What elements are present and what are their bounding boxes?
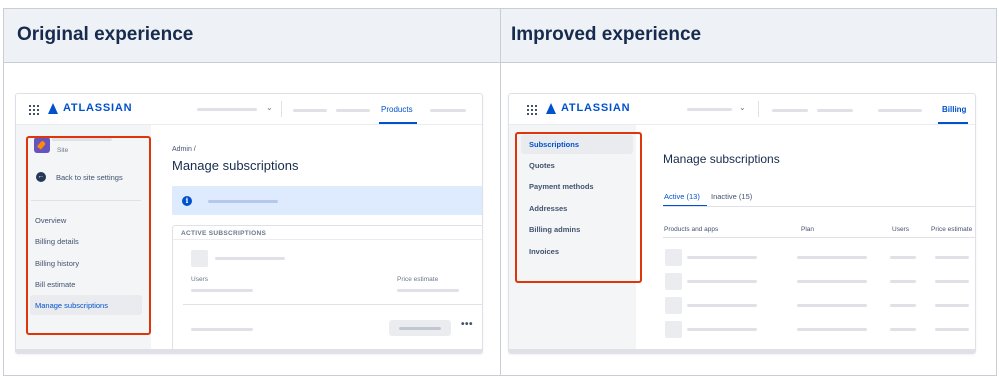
improved-top-nav: ATLASSIAN ⌄ Billing bbox=[509, 94, 975, 125]
nav-item-placeholder[interactable] bbox=[293, 109, 327, 112]
product-logo-placeholder bbox=[191, 250, 208, 267]
tab-inactive[interactable]: Inactive (15) bbox=[711, 192, 752, 201]
price-placeholder bbox=[935, 256, 969, 259]
nav-active-underline bbox=[938, 122, 968, 124]
product-name-placeholder bbox=[687, 304, 757, 307]
price-value-placeholder bbox=[397, 289, 459, 292]
price-placeholder bbox=[935, 304, 969, 307]
product-name-placeholder bbox=[687, 328, 757, 331]
users-placeholder bbox=[890, 304, 916, 307]
atlassian-logo-icon bbox=[48, 102, 58, 114]
price-estimate-label: Price estimate bbox=[397, 276, 439, 283]
nav-item-placeholder[interactable] bbox=[430, 109, 466, 112]
atlassian-logo[interactable]: ATLASSIAN bbox=[546, 102, 630, 114]
plan-placeholder bbox=[797, 328, 867, 331]
price-placeholder bbox=[935, 280, 969, 283]
card-title: ACTIVE SUBSCRIPTIONS bbox=[181, 230, 267, 237]
atlassian-logo[interactable]: ATLASSIAN bbox=[48, 102, 132, 114]
nav-item-placeholder[interactable] bbox=[817, 109, 853, 112]
column-header-products[interactable]: Products and apps bbox=[664, 226, 718, 233]
nav-item-placeholder[interactable] bbox=[772, 109, 808, 112]
scrollbar[interactable] bbox=[16, 349, 482, 353]
app-grid-icon[interactable] bbox=[527, 105, 537, 115]
page-title: Manage subscriptions bbox=[663, 152, 780, 166]
nav-item-billing[interactable]: Billing bbox=[942, 105, 966, 114]
site-switcher-placeholder[interactable] bbox=[197, 108, 257, 111]
original-column-title: Original experience bbox=[17, 24, 194, 45]
banner-text-placeholder bbox=[208, 200, 278, 203]
plan-placeholder bbox=[797, 256, 867, 259]
product-logo-placeholder bbox=[665, 321, 682, 338]
nav-item-placeholder[interactable] bbox=[336, 109, 370, 112]
column-header-users[interactable]: Users bbox=[892, 226, 909, 233]
users-placeholder bbox=[890, 328, 916, 331]
price-placeholder bbox=[935, 328, 969, 331]
users-placeholder bbox=[890, 280, 916, 283]
info-banner: i bbox=[172, 186, 482, 215]
brand-name: ATLASSIAN bbox=[561, 102, 631, 114]
improved-column-title: Improved experience bbox=[511, 24, 702, 45]
scrollbar[interactable] bbox=[509, 349, 975, 353]
nav-item-products[interactable]: Products bbox=[381, 105, 413, 114]
active-subscriptions-card: ACTIVE SUBSCRIPTIONS Users Price estimat… bbox=[172, 225, 482, 353]
breadcrumb[interactable]: Admin / bbox=[172, 146, 196, 153]
column-header-price-estimate[interactable]: Price estimate bbox=[931, 226, 972, 233]
users-label: Users bbox=[191, 276, 208, 283]
product-name-placeholder bbox=[687, 256, 757, 259]
product-name-placeholder bbox=[215, 257, 285, 260]
improved-highlight-box bbox=[515, 132, 642, 283]
nav-separator bbox=[281, 101, 282, 117]
site-switcher-placeholder[interactable] bbox=[687, 108, 732, 111]
column-header-plan[interactable]: Plan bbox=[801, 226, 814, 233]
tab-active[interactable]: Active (13) bbox=[664, 192, 700, 201]
action-button[interactable] bbox=[389, 320, 451, 336]
brand-name: ATLASSIAN bbox=[63, 102, 133, 114]
nav-item-placeholder[interactable] bbox=[878, 109, 922, 112]
tabs-divider bbox=[663, 206, 975, 207]
product-name-placeholder bbox=[687, 280, 757, 283]
chevron-down-icon[interactable]: ⌄ bbox=[739, 103, 746, 112]
original-highlight-box bbox=[26, 136, 151, 335]
plan-placeholder bbox=[797, 280, 867, 283]
column-divider bbox=[500, 9, 501, 375]
chevron-down-icon[interactable]: ⌄ bbox=[266, 103, 273, 112]
product-logo-placeholder bbox=[665, 297, 682, 314]
users-value-placeholder bbox=[191, 289, 253, 292]
users-placeholder bbox=[890, 256, 916, 259]
table-header-divider bbox=[663, 237, 975, 238]
info-icon: i bbox=[182, 196, 192, 206]
original-top-nav: ATLASSIAN ⌄ Products bbox=[16, 94, 482, 125]
nav-active-underline bbox=[379, 122, 417, 124]
nav-separator bbox=[758, 101, 759, 117]
product-logo-placeholder bbox=[665, 249, 682, 266]
atlassian-logo-icon bbox=[546, 102, 556, 114]
card-header: ACTIVE SUBSCRIPTIONS bbox=[173, 226, 482, 240]
product-logo-placeholder bbox=[665, 273, 682, 290]
button-label-placeholder bbox=[399, 327, 441, 330]
row-placeholder bbox=[191, 328, 253, 331]
app-grid-icon[interactable] bbox=[29, 105, 39, 115]
card-divider bbox=[183, 304, 482, 305]
plan-placeholder bbox=[797, 304, 867, 307]
page-title: Manage subscriptions bbox=[172, 158, 299, 173]
more-icon[interactable]: ••• bbox=[461, 319, 473, 330]
